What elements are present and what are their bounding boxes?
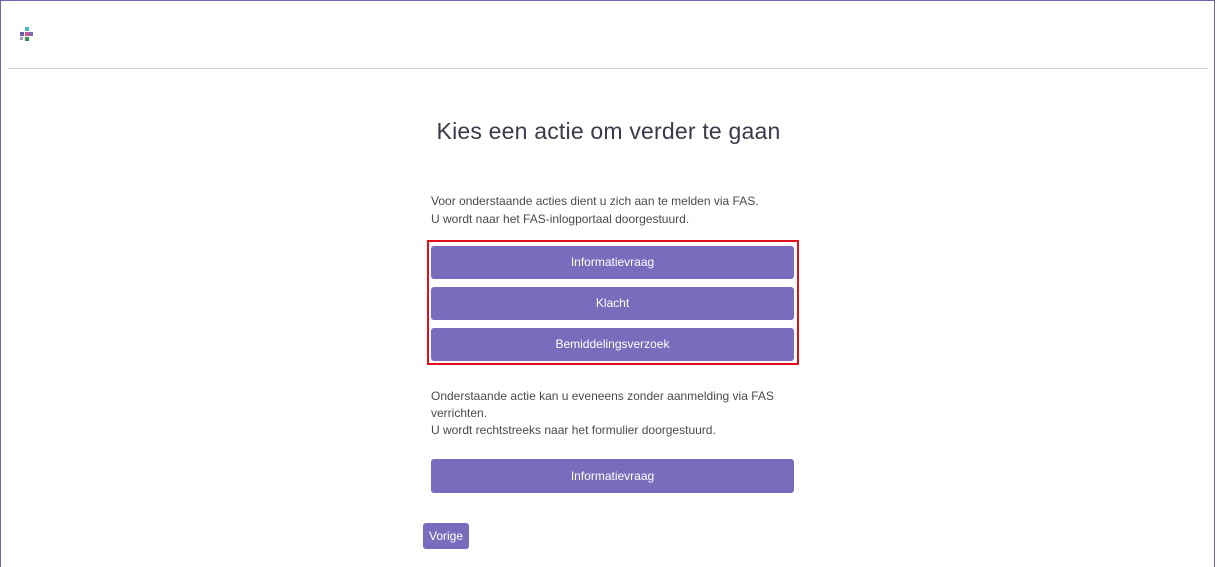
back-button[interactable]: Vorige xyxy=(423,523,469,549)
page-title: Kies een actie om verder te gaan xyxy=(436,118,781,144)
informatievraag-fas-button[interactable]: Informatievraag xyxy=(431,246,794,279)
page-header xyxy=(8,0,1208,69)
klacht-button[interactable]: Klacht xyxy=(431,287,794,320)
fas-instructions: Voor onderstaande acties dient u zich aa… xyxy=(431,192,811,228)
direct-instructions-line: Onderstaande actie kan u eveneens zonder… xyxy=(431,389,774,403)
brand-logo-icon[interactable] xyxy=(18,27,34,43)
direct-instructions-line: verrichten. xyxy=(431,406,488,420)
direct-instructions-line: U wordt rechtstreeks naar het formulier … xyxy=(431,423,716,437)
fas-instructions-line: U wordt naar het FAS-inlogportaal doorge… xyxy=(431,212,690,226)
informatievraag-direct-button[interactable]: Informatievraag xyxy=(431,459,794,493)
bemiddelingsverzoek-button[interactable]: Bemiddelingsverzoek xyxy=(431,328,794,361)
direct-instructions: Onderstaande actie kan u eveneens zonder… xyxy=(431,388,811,439)
fas-instructions-line: Voor onderstaande acties dient u zich aa… xyxy=(431,194,759,208)
